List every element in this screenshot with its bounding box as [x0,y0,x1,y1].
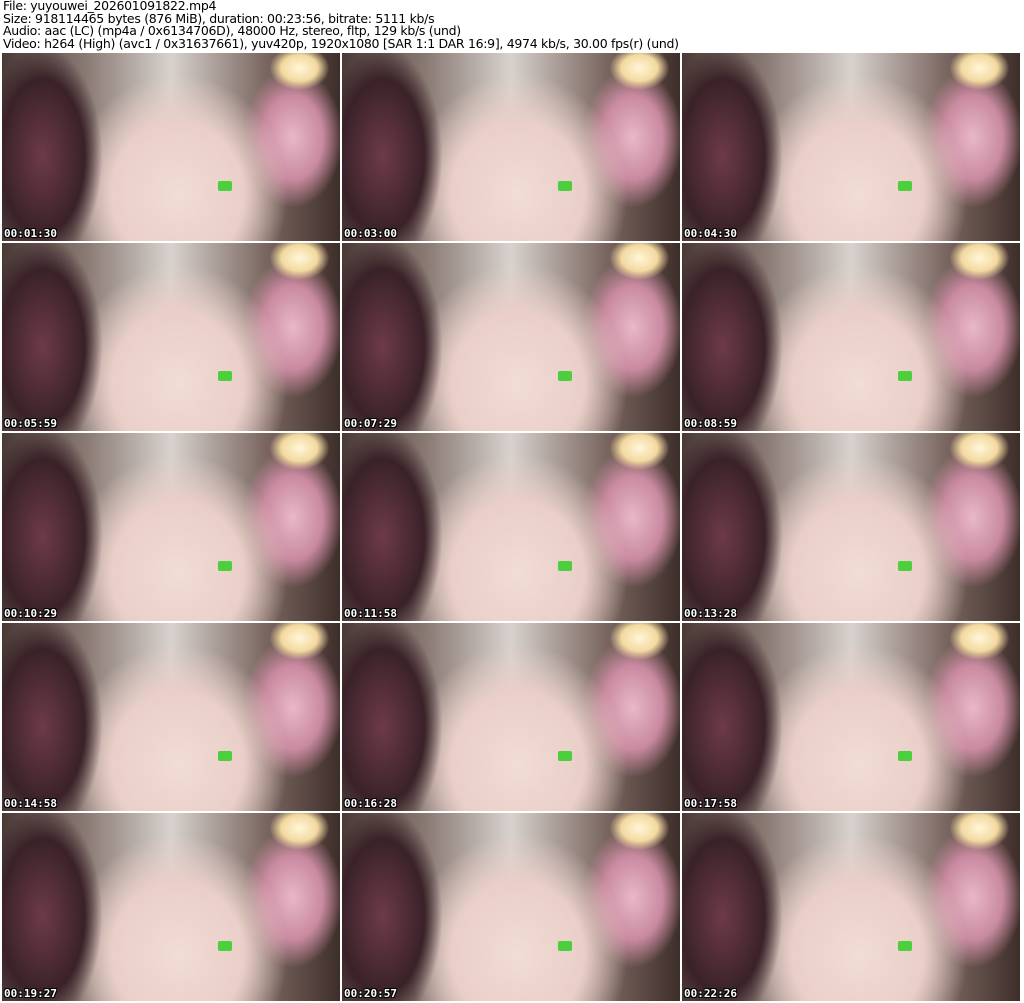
overlay-badge-icon [898,940,913,951]
overlay-badge-icon [218,180,233,191]
video-thumbnail: 00:10:29 [2,433,340,621]
video-thumbnail: 00:14:58 [2,623,340,811]
thumbnail-timestamp: 00:08:59 [684,417,737,430]
overlay-badge-icon [558,180,573,191]
thumbnail-timestamp: 00:20:57 [344,987,397,1000]
thumbnail-timestamp: 00:10:29 [4,607,57,620]
overlay-badge-icon [898,180,913,191]
file-info-header: File: yuyouwei_202601091822.mp4 Size: 91… [3,0,679,50]
thumbnail-timestamp: 00:04:30 [684,227,737,240]
video-thumbnail: 00:08:59 [682,243,1020,431]
thumbnail-timestamp: 00:03:00 [344,227,397,240]
thumbnail-timestamp: 00:14:58 [4,797,57,810]
overlay-badge-icon [558,940,573,951]
video-thumbnail: 00:13:28 [682,433,1020,621]
overlay-badge-icon [558,750,573,761]
thumbnail-timestamp: 00:13:28 [684,607,737,620]
video-thumbnail: 00:03:00 [342,53,680,241]
thumbnail-timestamp: 00:01:30 [4,227,57,240]
overlay-badge-icon [898,370,913,381]
overlay-badge-icon [898,560,913,571]
video-thumbnail: 00:19:27 [2,813,340,1001]
thumbnail-timestamp: 00:07:29 [344,417,397,430]
overlay-badge-icon [558,370,573,381]
video-thumbnail: 00:20:57 [342,813,680,1001]
thumbnail-timestamp: 00:16:28 [344,797,397,810]
video-thumbnail: 00:07:29 [342,243,680,431]
video-thumbnail: 00:01:30 [2,53,340,241]
video-thumbnail: 00:04:30 [682,53,1020,241]
thumbnail-timestamp: 00:11:58 [344,607,397,620]
video-info: Video: h264 (High) (avc1 / 0x31637661), … [3,35,679,51]
video-thumbnail: 00:05:59 [2,243,340,431]
thumbnail-grid: 00:01:30 00:03:00 00:04:30 00:05:59 00:07:29… [2,53,1020,1001]
video-thumbnail: 00:16:28 [342,623,680,811]
overlay-badge-icon [218,750,233,761]
overlay-badge-icon [558,560,573,571]
thumbnail-timestamp: 00:22:26 [684,987,737,1000]
overlay-badge-icon [218,560,233,571]
overlay-badge-icon [218,370,233,381]
thumbnail-timestamp: 00:19:27 [4,987,57,1000]
video-thumbnail: 00:17:58 [682,623,1020,811]
overlay-badge-icon [898,750,913,761]
thumbnail-timestamp: 00:05:59 [4,417,57,430]
video-thumbnail: 00:22:26 [682,813,1020,1001]
overlay-badge-icon [218,940,233,951]
video-thumbnail: 00:11:58 [342,433,680,621]
thumbnail-timestamp: 00:17:58 [684,797,737,810]
